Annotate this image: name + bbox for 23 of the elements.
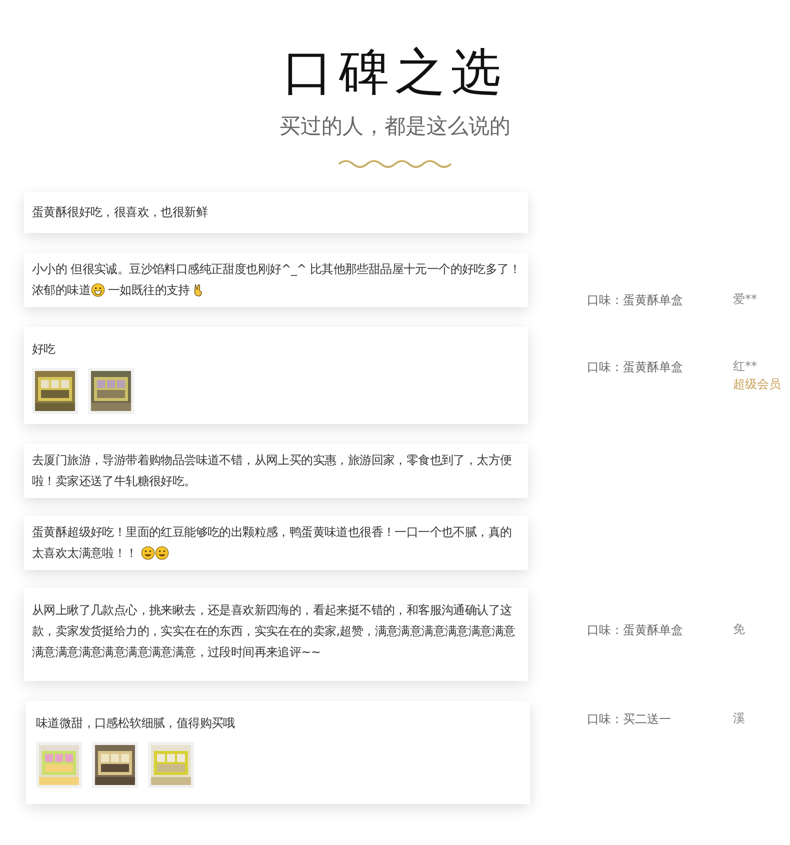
- flavor-label: 口味：蛋黄酥单盒: [586, 359, 684, 376]
- review-text: 蛋黄酥很好吃，很喜欢，也很新鲜: [32, 204, 209, 221]
- user-name: 爱**: [733, 291, 757, 308]
- review-text: 味道微甜，口感松软细腻，值得购买哦: [36, 715, 236, 732]
- smiley-icon: [90, 283, 105, 297]
- review-text: 蛋黄酥超级好吃！里面的红豆能够吃的出颗粒感，鸭蛋黄味道也很香！一口一个也不腻，真的太喜欢太满意啦！！: [32, 524, 513, 562]
- member-label: 超级会员: [733, 376, 781, 393]
- review-text: 去厦门旅游，导游带着购物品尝味道不错，从网上买的实惠，旅游回家，零食也到了，太方便啦！卖家还送了牛轧糖很好吃。: [32, 452, 513, 490]
- review-text: 小小的 但很实诚。豆沙馅料口感纯正甜度也刚好^_^ 比其他那些甜品屋十元一个的好吃多了！浓郁的味道 一如既往的支持: [32, 261, 522, 299]
- review-text: 好吃: [32, 341, 56, 358]
- section-subtitle: 买过的人，都是这么说的: [280, 113, 510, 140]
- review-text: 从网上瞅了几款点心，挑来瞅去，还是喜欢新四海的，看起来挺不错的，和客服沟通确认了这款，卖家发货挺给力的，实实在在的东西，实实在在的卖家,超赞，满意满意满意满意满意满意满意满意满意满意满意满意满意，过段时间再来追评~~: [32, 602, 516, 661]
- user-name: 红**: [733, 358, 758, 375]
- flavor-label: 口味：买二送一: [586, 711, 672, 728]
- flavor-label: 口味：蛋黄酥单盒: [586, 292, 684, 309]
- user-name: 免: [733, 621, 745, 638]
- section-title: 口碑之选: [283, 42, 507, 103]
- hand-icon: [193, 283, 204, 297]
- user-name: 溪: [733, 710, 745, 727]
- smiley-icon: [140, 546, 155, 560]
- flavor-label: 口味：蛋黄酥单盒: [586, 622, 684, 639]
- smiley-icon: [154, 546, 169, 560]
- wave-divider-icon: [338, 158, 452, 170]
